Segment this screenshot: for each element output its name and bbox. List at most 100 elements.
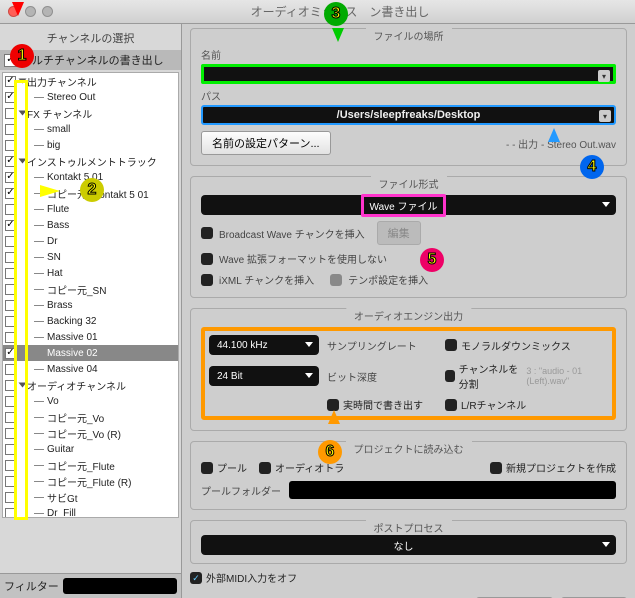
zoom-traffic-light[interactable] — [42, 6, 53, 17]
sample-rate-select[interactable]: 44.100 kHz — [209, 335, 319, 355]
post-process-value: なし — [394, 538, 414, 553]
midi-off-checkbox[interactable] — [190, 572, 202, 584]
bwf-checkbox[interactable] — [201, 227, 213, 239]
tree-checkbox[interactable] — [5, 396, 16, 407]
tree-item[interactable]: Dr — [3, 233, 178, 249]
tree-item[interactable]: コピー元_Kontakt 5 01 — [3, 185, 178, 201]
post-process-select[interactable]: なし — [201, 535, 616, 555]
tree-checkbox[interactable] — [5, 76, 16, 87]
tree-checkbox[interactable] — [5, 508, 16, 519]
tree-checkbox[interactable] — [5, 220, 16, 231]
tree-checkbox[interactable] — [5, 460, 16, 471]
new-project-checkbox[interactable] — [490, 462, 502, 474]
tree-group[interactable]: 出力チャンネル — [3, 73, 178, 89]
tree-checkbox[interactable] — [5, 316, 16, 327]
disclosure-triangle-icon[interactable] — [19, 383, 27, 388]
name-dropdown-icon[interactable]: ▾ — [598, 70, 610, 82]
tree-item[interactable]: Massive 01 — [3, 329, 178, 345]
tree-checkbox[interactable] — [5, 156, 16, 167]
tree-item[interactable]: サビGt — [3, 489, 178, 505]
tree-checkbox[interactable] — [5, 108, 16, 119]
naming-pattern-button[interactable]: 名前の設定パターン... — [201, 131, 331, 155]
tree-item[interactable]: コピー元_Vo — [3, 409, 178, 425]
bwf-label: Broadcast Wave チャンクを挿入 — [219, 226, 365, 241]
tree-checkbox[interactable] — [5, 428, 16, 439]
tree-item[interactable]: Backing 32 — [3, 313, 178, 329]
tree-item[interactable]: コピー元_Vo (R) — [3, 425, 178, 441]
tree-dash-icon — [34, 353, 44, 354]
tree-dash-icon — [34, 97, 44, 98]
tree-item[interactable]: Massive 02 — [3, 345, 178, 361]
tree-checkbox[interactable] — [5, 140, 16, 151]
tree-checkbox[interactable] — [5, 476, 16, 487]
tree-item[interactable]: small — [3, 121, 178, 137]
tree-item[interactable]: Massive 04 — [3, 361, 178, 377]
tree-item[interactable]: Bass — [3, 217, 178, 233]
tree-item[interactable]: big — [3, 137, 178, 153]
disclosure-triangle-icon[interactable] — [19, 159, 27, 164]
tree-item[interactable]: SN — [3, 249, 178, 265]
multichannel-checkbox[interactable] — [4, 54, 17, 67]
tree-item[interactable]: Guitar — [3, 441, 178, 457]
tree-checkbox[interactable] — [5, 236, 16, 247]
path-dropdown-icon[interactable]: ▾ — [599, 110, 611, 122]
split-channels-checkbox[interactable] — [445, 370, 455, 382]
bwf-edit-button: 編集 — [377, 221, 421, 245]
tree-checkbox[interactable] — [5, 444, 16, 455]
minimize-traffic-light[interactable] — [25, 6, 36, 17]
tree-group[interactable]: インストゥルメントトラック — [3, 153, 178, 169]
tree-item[interactable]: Brass — [3, 297, 178, 313]
tree-checkbox[interactable] — [5, 172, 16, 183]
tree-group[interactable]: FX チャンネル — [3, 105, 178, 121]
name-input[interactable]: ▾ — [201, 64, 616, 84]
tree-item[interactable]: Flute — [3, 201, 178, 217]
tree-checkbox[interactable] — [5, 380, 16, 391]
tree-checkbox[interactable] — [5, 284, 16, 295]
tree-checkbox[interactable] — [5, 492, 16, 503]
ixml-checkbox[interactable] — [201, 274, 213, 286]
tree-group[interactable]: オーディオチャンネル — [3, 377, 178, 393]
bit-depth-select[interactable]: 24 Bit — [209, 366, 319, 386]
tree-checkbox[interactable] — [5, 124, 16, 135]
tree-checkbox[interactable] — [5, 188, 16, 199]
sample-rate-value: 44.100 kHz — [217, 340, 268, 351]
tree-item[interactable]: Vo — [3, 393, 178, 409]
tree-dash-icon — [34, 369, 44, 370]
tree-item[interactable]: コピー元_Flute — [3, 457, 178, 473]
tree-checkbox[interactable] — [5, 92, 16, 103]
tree-item-label: コピー元_Vo (R) — [47, 426, 121, 441]
mono-downmix-checkbox[interactable] — [445, 339, 457, 351]
path-input[interactable]: /Users/sleepfreaks/Desktop ▾ — [201, 105, 616, 125]
lr-channel-checkbox[interactable] — [445, 399, 457, 411]
realtime-checkbox[interactable] — [327, 399, 339, 411]
tree-item[interactable]: Dr_Fill — [3, 505, 178, 518]
close-traffic-light[interactable] — [8, 6, 19, 17]
tree-checkbox[interactable] — [5, 204, 16, 215]
disclosure-triangle-icon[interactable] — [19, 79, 27, 84]
tree-item[interactable]: Kontakt 5 01 — [3, 169, 178, 185]
tree-item-label: Massive 01 — [47, 332, 98, 343]
audiotrack-checkbox[interactable] — [259, 462, 271, 474]
file-format-select[interactable]: Wave ファイル — [201, 195, 616, 215]
tree-checkbox[interactable] — [5, 252, 16, 263]
disclosure-triangle-icon[interactable] — [19, 111, 27, 116]
tree-item[interactable]: コピー元_Flute (R) — [3, 473, 178, 489]
tree-checkbox[interactable] — [5, 332, 16, 343]
filter-input[interactable] — [63, 578, 177, 594]
tree-checkbox[interactable] — [5, 348, 16, 359]
channel-tree[interactable]: 出力チャンネルStereo OutFX チャンネル small bigインストゥルメ… — [2, 72, 179, 518]
import-project-section: プロジェクトに読み込む プール オーディオトラ 新規プロジェクトを作成 プールフ… — [190, 441, 627, 510]
tree-checkbox[interactable] — [5, 412, 16, 423]
tree-item-label: small — [47, 124, 70, 135]
pool-checkbox[interactable] — [201, 462, 213, 474]
tree-item[interactable]: コピー元_SN — [3, 281, 178, 297]
tree-checkbox[interactable] — [5, 300, 16, 311]
tree-checkbox[interactable] — [5, 364, 16, 375]
pool-folder-input[interactable] — [289, 481, 616, 499]
tree-checkbox[interactable] — [5, 268, 16, 279]
tree-item-label: Massive 02 — [47, 348, 98, 359]
tree-dash-icon — [34, 481, 44, 482]
tree-item[interactable]: Stereo Out — [3, 89, 178, 105]
tree-item[interactable]: Hat — [3, 265, 178, 281]
wave-ext-checkbox[interactable] — [201, 253, 213, 265]
